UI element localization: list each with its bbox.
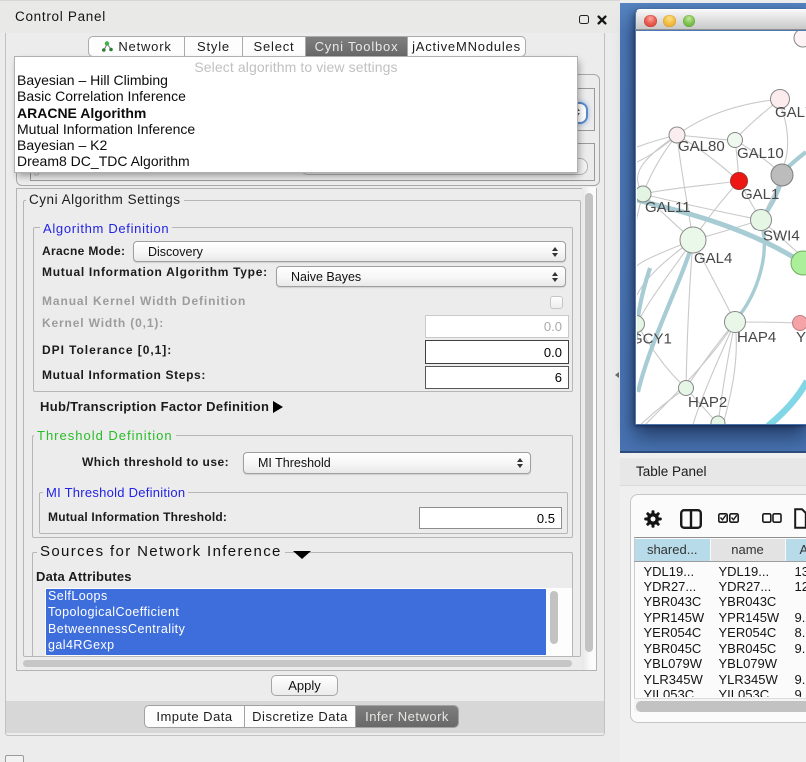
svg-text:GAL10: GAL10 — [737, 145, 784, 162]
svg-text:GAL80: GAL80 — [678, 138, 725, 155]
svg-text:GAL7: GAL7 — [775, 104, 806, 121]
svg-text:HAP4: HAP4 — [737, 329, 776, 346]
svg-text:GAL1: GAL1 — [741, 186, 779, 203]
svg-text:GAL4: GAL4 — [694, 250, 732, 267]
svg-text:SWI4: SWI4 — [763, 228, 800, 245]
svg-text:GCY1: GCY1 — [637, 331, 672, 348]
svg-text:HAP2: HAP2 — [688, 394, 727, 411]
svg-text:Y: Y — [796, 329, 806, 346]
svg-text:GAL11: GAL11 — [645, 199, 691, 216]
